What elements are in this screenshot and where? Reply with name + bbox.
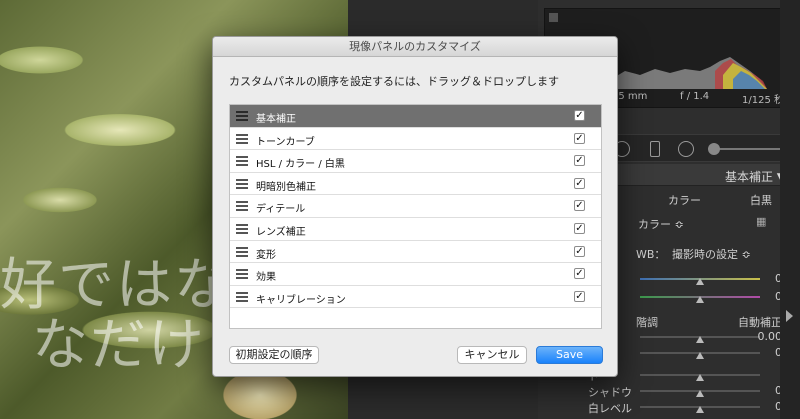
visibility-checkbox[interactable]: ✓ xyxy=(574,177,585,189)
customize-panels-dialog: 現像パネルのカスタマイズ カスタムパネルの順序を設定するには、ドラッグ＆ドロップ… xyxy=(212,36,618,377)
shadow-clip-indicator xyxy=(549,13,558,22)
list-item[interactable]: 明暗別色補正 ✓ xyxy=(230,173,601,196)
drag-handle-icon[interactable] xyxy=(236,246,248,257)
slider-knob-icon[interactable] xyxy=(696,374,704,381)
list-item-label: レンズ補正 xyxy=(256,227,306,238)
reset-order-button[interactable]: 初期設定の順序 xyxy=(229,346,319,364)
panel-edge xyxy=(780,0,800,419)
slider-row-whites: 白レベル 0 xyxy=(544,400,794,415)
profile-browser-icon[interactable]: ▦ xyxy=(756,215,766,228)
save-button[interactable]: Save xyxy=(536,346,603,364)
slider-knob-icon[interactable] xyxy=(696,336,704,343)
visibility-checkbox[interactable]: ✓ xyxy=(574,155,585,167)
panel-order-list: 基本補正 ✓ トーンカーブ ✓ HSL / カラー / 白黒 ✓ 明暗別色補正 ✓ ディテール ✓… xyxy=(229,104,602,329)
drag-handle-icon[interactable] xyxy=(236,269,248,280)
basic-panel-title: 基本補正 ▼ xyxy=(724,170,786,184)
collapse-arrow-icon[interactable] xyxy=(786,310,793,322)
slider-knob-icon[interactable] xyxy=(696,352,704,359)
wb-select[interactable]: 撮影時の設定 ≎ xyxy=(672,246,751,262)
list-item[interactable]: ディテール ✓ xyxy=(230,195,601,218)
drag-handle-icon[interactable] xyxy=(236,111,248,121)
dialog-instruction: カスタムパネルの順序を設定するには、ドラッグ＆ドロップします xyxy=(229,75,559,88)
treatment-color[interactable]: カラー xyxy=(668,192,701,208)
list-item-label: ディテール xyxy=(256,204,306,216)
dialog-titlebar[interactable]: 現像パネルのカスタマイズ xyxy=(213,37,617,57)
slider-label: シャドウ xyxy=(588,386,632,399)
slider-value[interactable]: 0.00 xyxy=(758,330,783,343)
treatment-bw[interactable]: 白黒 xyxy=(750,192,772,208)
list-item-label: キャリブレーション xyxy=(256,294,346,306)
visibility-checkbox[interactable]: ✓ xyxy=(574,290,585,302)
slider-row-shadows: シャドウ 0 xyxy=(544,384,794,399)
tone-label: 階調 xyxy=(636,316,658,329)
list-item[interactable]: レンズ補正 ✓ xyxy=(230,218,601,241)
spot-removal-icon[interactable] xyxy=(650,141,660,157)
drag-handle-icon[interactable] xyxy=(236,224,248,234)
slider-knob-icon[interactable] xyxy=(696,296,704,303)
visibility-checkbox[interactable]: ✓ xyxy=(574,110,585,121)
list-item-label: トーンカーブ xyxy=(256,136,315,148)
list-item-label: 効果 xyxy=(256,272,276,284)
slider-knob-icon[interactable] xyxy=(696,390,704,397)
list-item[interactable]: 変形 ✓ xyxy=(230,241,601,264)
slider-knob-icon[interactable] xyxy=(696,406,704,413)
drag-handle-icon[interactable] xyxy=(236,291,248,302)
drag-handle-icon[interactable] xyxy=(236,201,248,212)
shutter-speed: 1/125 秒 xyxy=(742,95,784,106)
lightroom-window: 好ではな なだけ 35 mm f / 1.4 1/125 秒 基本補正 ▼ カラ… xyxy=(0,0,800,419)
visibility-checkbox[interactable]: ✓ xyxy=(574,132,585,144)
list-item[interactable]: HSL / カラー / 白黒 ✓ xyxy=(230,150,601,173)
visibility-checkbox[interactable]: ✓ xyxy=(574,223,585,234)
profile-select[interactable]: カラー ≎ xyxy=(638,216,684,232)
list-item[interactable]: トーンカーブ ✓ xyxy=(230,128,601,151)
visibility-checkbox[interactable]: ✓ xyxy=(574,268,585,280)
list-item[interactable]: キャリブレーション ✓ xyxy=(230,286,601,309)
list-item-label: HSL / カラー / 白黒 xyxy=(256,159,345,171)
drag-handle-icon[interactable] xyxy=(236,178,248,189)
list-item[interactable]: 基本補正 ✓ xyxy=(230,105,601,128)
visibility-checkbox[interactable]: ✓ xyxy=(574,245,585,257)
auto-tone-button[interactable]: 自動補正 xyxy=(738,314,782,330)
list-item-label: 変形 xyxy=(256,249,276,261)
slider-label: 白レベル xyxy=(588,402,632,415)
list-item-label: 基本補正 xyxy=(256,114,296,125)
dialog-title: 現像パネルのカスタマイズ xyxy=(349,40,481,53)
wb-label: WB： xyxy=(636,248,666,261)
slider-knob-icon[interactable] xyxy=(696,278,704,285)
list-item[interactable]: 効果 ✓ xyxy=(230,263,601,286)
photo-overlay-text-2: なだけ xyxy=(32,313,206,378)
redeye-tool-icon[interactable] xyxy=(678,141,694,157)
drag-handle-icon[interactable] xyxy=(236,156,248,167)
aperture: f / 1.4 xyxy=(680,91,710,102)
cancel-button[interactable]: キャンセル xyxy=(457,346,527,364)
list-item-label: 明暗別色補正 xyxy=(256,181,316,193)
slider-knob-icon[interactable] xyxy=(708,143,720,155)
visibility-checkbox[interactable]: ✓ xyxy=(574,200,585,212)
adjustment-brush-slider[interactable] xyxy=(712,148,782,150)
drag-handle-icon[interactable] xyxy=(236,133,248,144)
